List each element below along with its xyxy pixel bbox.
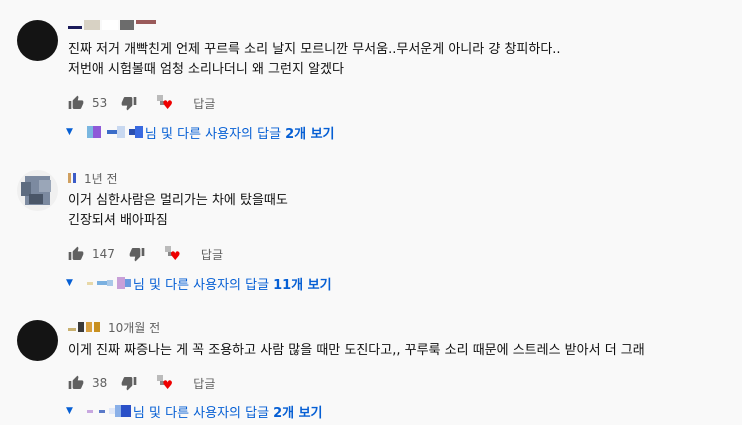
replies-count: 11개 보기	[273, 277, 332, 293]
replies-label: 님 및 다른 사용자의 답글	[132, 277, 270, 293]
like-count: 53	[92, 96, 108, 110]
author-name-redacted	[78, 322, 84, 332]
comment-actions: 53 ♥ 답글	[68, 93, 215, 113]
replier-avatar-redacted	[96, 281, 107, 285]
comment-line: 진짜 저거 개빡친게 언제 꾸르륵 소리 날지 모르니깐 무서움..무서운게 아…	[68, 42, 561, 57]
replies-label: 님 및 다른 사용자의 답글	[132, 405, 270, 421]
view-replies-button[interactable]: ▼ 님 및 다른 사용자의 답글 2개 보기	[66, 401, 323, 421]
author-name-redacted	[120, 20, 134, 30]
comment-actions: 147 ♥ 답글	[68, 244, 223, 264]
reply-button[interactable]: 답글	[193, 95, 215, 112]
replier-avatar-redacted	[120, 405, 131, 417]
reply-button[interactable]: 답글	[201, 246, 223, 263]
comment-line: 긴장되셔 배아파짐	[68, 213, 168, 228]
comment-thread-2: 1년 전 이거 심한사람은 멀리가는 차에 탔을때도 긴장되셔 배아파짐 147…	[0, 150, 742, 300]
replier-avatar-redacted	[86, 281, 93, 285]
like-count: 147	[92, 247, 115, 261]
author-name-redacted	[86, 322, 92, 332]
replier-avatar-redacted	[134, 126, 143, 138]
comment-text: 이게 진짜 짜증나는 게 꼭 조용하고 사람 많을 때만 도진다고,, 꾸루룩 …	[68, 341, 645, 361]
view-replies-button[interactable]: ▼ 님 및 다른 사용자의 답글 11개 보기	[66, 273, 332, 293]
caret-down-icon: ▼	[66, 406, 73, 416]
caret-down-icon: ▼	[66, 278, 73, 288]
replier-avatar-redacted	[106, 280, 113, 286]
reply-button[interactable]: 답글	[193, 375, 215, 392]
author-name-redacted[interactable]	[68, 25, 82, 29]
comment-header: 10개월 전	[68, 319, 160, 335]
replier-avatar-redacted	[124, 279, 131, 287]
thumbs-down-icon[interactable]	[129, 246, 145, 262]
author-avatar[interactable]	[17, 170, 58, 211]
author-name-redacted[interactable]	[68, 173, 71, 183]
replier-avatar-redacted	[98, 409, 105, 413]
creator-heart-icon: ♥	[163, 245, 183, 263]
thumbs-down-icon[interactable]	[121, 375, 137, 391]
comment-thread-3: 10개월 전 이게 진짜 짜증나는 게 꼭 조용하고 사람 많을 때만 도진다고…	[0, 300, 742, 425]
thumbs-down-icon[interactable]	[121, 95, 137, 111]
creator-heart-icon: ♥	[155, 94, 175, 112]
creator-heart-icon: ♥	[155, 374, 175, 392]
caret-down-icon: ▼	[66, 127, 73, 137]
comment-line: 저번애 시험볼때 엄청 소리나더니 왜 그런지 알겠다	[68, 62, 344, 77]
thumbs-up-icon[interactable]	[68, 246, 84, 262]
author-avatar[interactable]	[17, 320, 58, 361]
replies-label: 님 및 다른 사용자의 답글	[144, 126, 282, 142]
like-count: 38	[92, 376, 108, 390]
author-name-redacted	[73, 173, 76, 183]
comment-timestamp[interactable]: 10개월 전	[108, 319, 160, 336]
author-name-redacted	[94, 322, 100, 332]
author-name-redacted	[102, 20, 118, 30]
comment-header	[68, 17, 158, 33]
comment-line: 이거 심한사람은 멀리가는 차에 탔을때도	[68, 193, 288, 208]
replier-avatar-redacted	[92, 126, 101, 138]
comment-text: 진짜 저거 개빡친게 언제 꾸르륵 소리 날지 모르니깐 무서움..무서운게 아…	[68, 40, 561, 80]
author-name-redacted[interactable]	[68, 327, 76, 331]
replier-avatar-redacted	[116, 277, 125, 289]
replier-avatar-redacted	[86, 409, 93, 413]
view-replies-button[interactable]: ▼ 님 및 다른 사용자의 답글 2개 보기	[66, 122, 335, 142]
comment-actions: 38 ♥ 답글	[68, 373, 215, 393]
replies-count: 2개 보기	[285, 126, 335, 142]
author-name-redacted	[136, 20, 156, 24]
thumbs-up-icon[interactable]	[68, 375, 84, 391]
replier-avatar-redacted	[116, 126, 125, 138]
author-avatar[interactable]	[17, 20, 58, 61]
thumbs-up-icon[interactable]	[68, 95, 84, 111]
comment-line: 이게 진짜 짜증나는 게 꼭 조용하고 사람 많을 때만 도진다고,, 꾸루룩 …	[68, 343, 645, 358]
comment-header: 1년 전	[68, 170, 118, 186]
replier-avatar-redacted	[106, 130, 117, 134]
comment-timestamp[interactable]: 1년 전	[84, 170, 118, 187]
replies-count: 2개 보기	[273, 405, 323, 421]
comment-text: 이거 심한사람은 멀리가는 차에 탔을때도 긴장되셔 배아파짐	[68, 191, 288, 231]
comment-thread-1: 진짜 저거 개빡친게 언제 꾸르륵 소리 날지 모르니깐 무서움..무서운게 아…	[0, 0, 742, 150]
author-name-redacted	[84, 20, 100, 30]
